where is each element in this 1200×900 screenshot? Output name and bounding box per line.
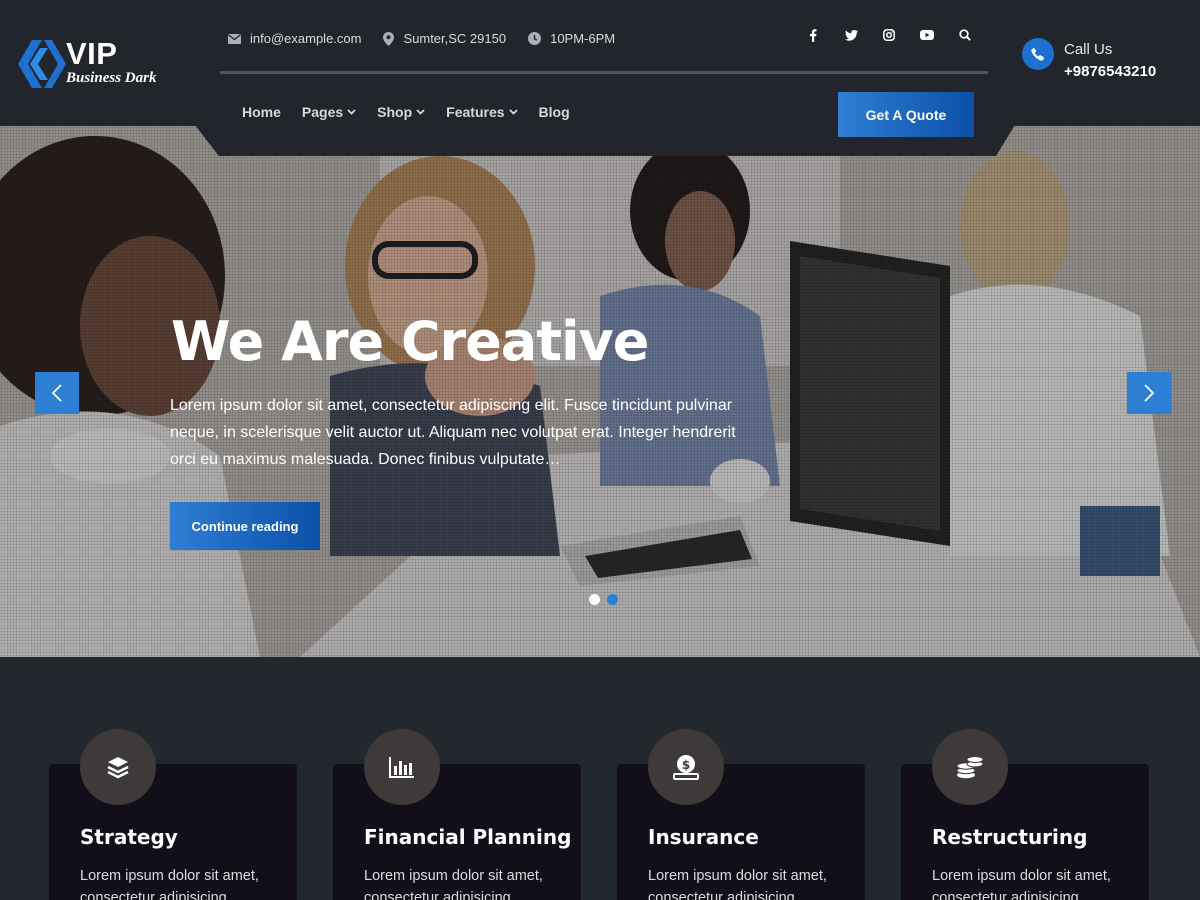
hours-info: 10PM-6PM [528,31,615,46]
service-text: Lorem ipsum dolor sit amet, consectetur a… [932,868,1111,900]
service-title[interactable]: Restructuring [932,825,1087,849]
hero-text: Lorem ipsum dolor sit amet, consectetur … [170,397,736,468]
nav-item-label: Features [446,104,505,120]
bar-chart-icon [364,729,440,805]
phone-icon [1022,38,1054,70]
logo-title: VIP [66,36,118,71]
nav-item-label: Blog [538,104,570,120]
instagram-icon[interactable] [876,22,902,48]
call-label: Call Us [1064,41,1113,58]
chevron-down-icon [508,109,518,115]
service-title[interactable]: Insurance [648,825,759,849]
social-links [800,22,990,48]
slider-dot-1[interactable] [589,594,600,605]
continue-reading-button[interactable]: Continue reading [170,502,320,550]
call-number[interactable]: +9876543210 [1064,63,1156,80]
hero-title: We Are Creative [171,310,649,373]
location-info: Sumter,SC 29150 [383,31,506,46]
svg-text:$: $ [682,758,690,772]
top-info-bar: info@example.com Sumter,SC 29150 10PM-6P… [228,31,637,46]
email-text: info@example.com [250,31,362,46]
nav-item-label: Pages [301,104,344,120]
clock-icon [528,32,542,45]
twitter-icon[interactable] [838,22,864,48]
header-divider [220,71,988,74]
chevron-right-icon [1144,384,1154,402]
nav-item-pages[interactable]: Pages [302,104,356,120]
money-bag-icon: $ [648,729,724,805]
chevron-down-icon [347,109,356,115]
logo-mark-icon [18,40,66,88]
coins-icon [932,729,1008,805]
location-text: Sumter,SC 29150 [403,31,507,46]
slider-dot-2[interactable] [607,594,618,605]
layers-icon [80,729,156,805]
email-info[interactable]: info@example.com [228,31,361,46]
youtube-icon[interactable] [914,22,940,48]
service-text: Lorem ipsum dolor sit amet, consectetur a… [80,868,259,900]
hours-text: 10PM-6PM [550,31,616,46]
nav-item-label: Home [242,104,281,120]
services-section: $ Strategy Financial Planning Insurance … [0,657,1200,900]
nav-item-shop[interactable]: Shop [377,104,425,120]
slider-next-button[interactable] [1127,372,1171,414]
service-text: Lorem ipsum dolor sit amet, consectetur a… [648,868,827,900]
service-title[interactable]: Strategy [80,825,178,849]
slider-prev-button[interactable] [35,372,79,414]
slider-pagination [589,594,625,605]
site-header: VIP Business Dark info@example.com Sumte… [0,0,1200,126]
service-title[interactable]: Financial Planning [364,825,571,849]
envelope-icon [228,33,241,44]
map-pin-icon [383,31,395,46]
chevron-down-icon [416,109,425,115]
hero-slider: We Are Creative Lorem ipsum dolor sit am… [0,126,1200,657]
nav-item-label: Shop [377,104,413,120]
main-nav: Home Pages Shop Features Blog [242,104,591,120]
site-logo[interactable]: VIP Business Dark [16,36,186,92]
chevron-left-icon [52,384,62,402]
logo-tagline: Business Dark [66,70,157,86]
nav-item-home[interactable]: Home [242,104,281,120]
facebook-icon[interactable] [800,22,826,48]
nav-item-blog[interactable]: Blog [539,104,570,120]
get-a-quote-button[interactable]: Get A Quote [838,92,974,137]
search-icon[interactable] [952,22,978,48]
nav-item-features[interactable]: Features [446,104,518,120]
service-text: Lorem ipsum dolor sit amet, consectetur a… [364,868,543,900]
